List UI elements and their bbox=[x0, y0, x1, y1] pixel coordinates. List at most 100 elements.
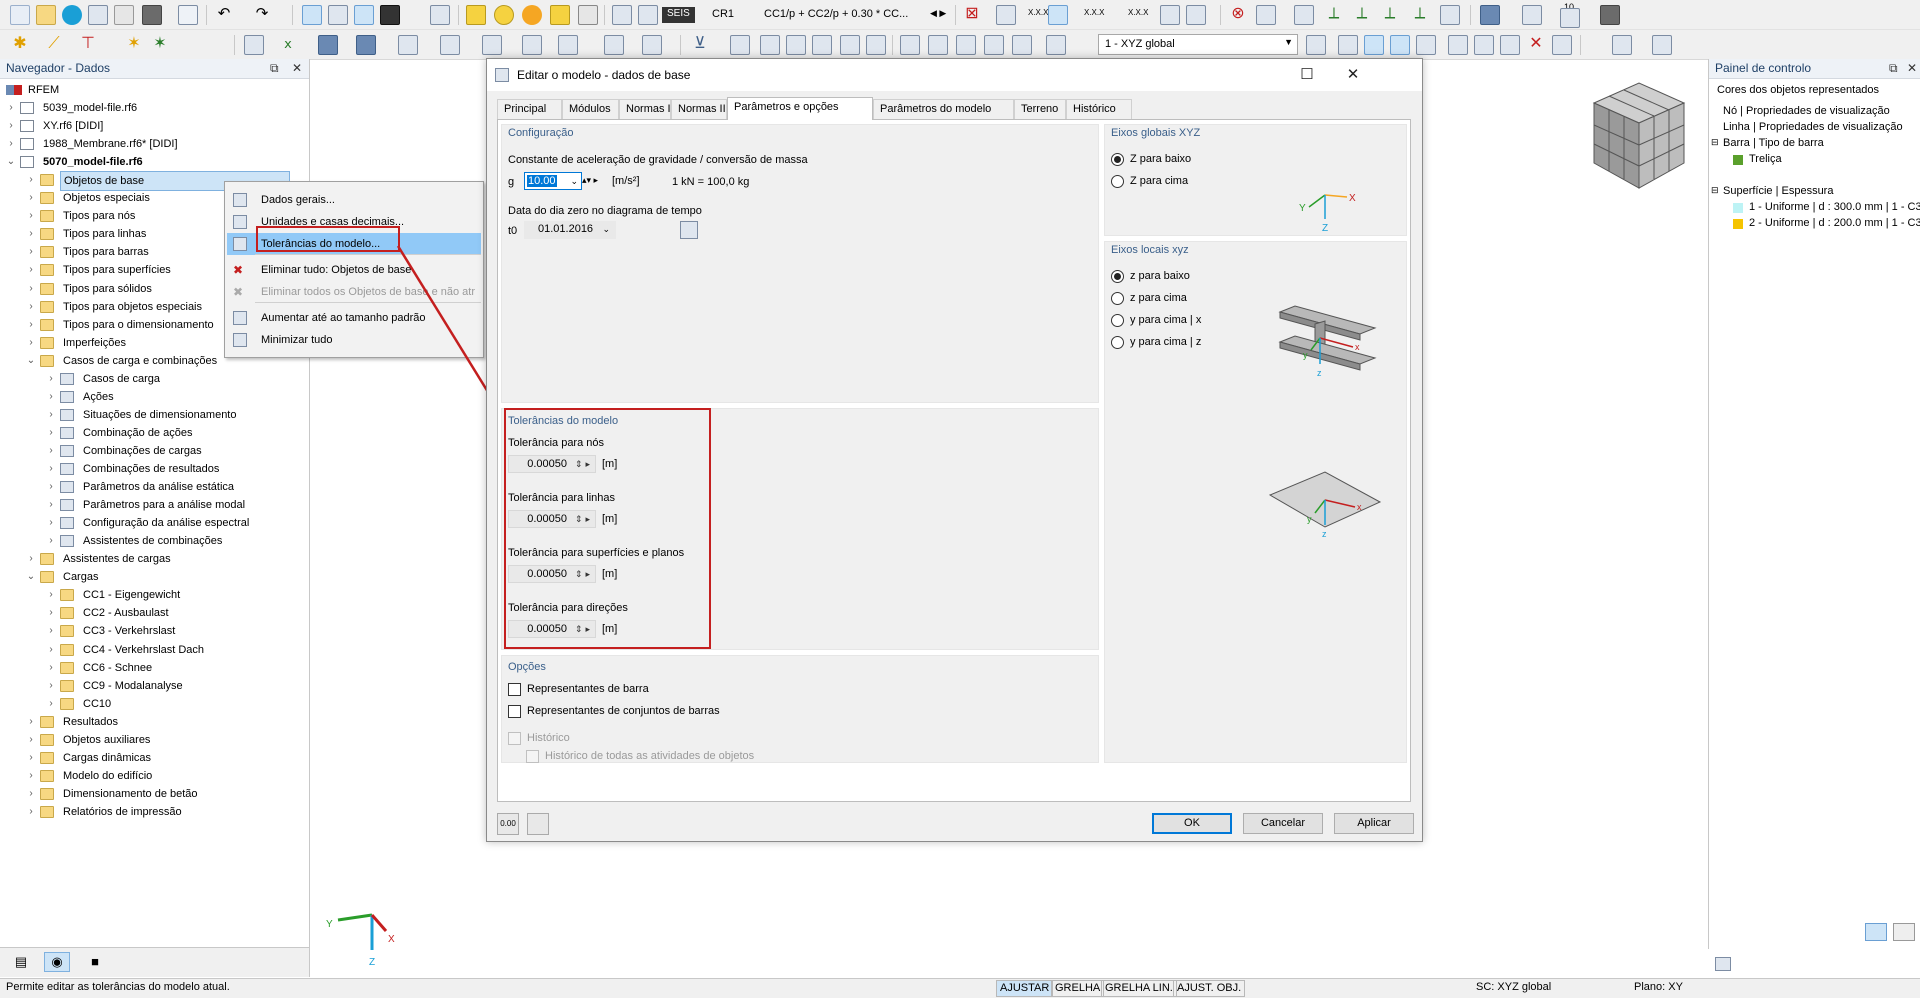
select-icon[interactable] bbox=[466, 5, 486, 25]
expand-toggle-icon[interactable]: › bbox=[46, 496, 56, 514]
local-y-up-x-radio[interactable] bbox=[1111, 314, 1124, 327]
new-surface-icon[interactable]: ✶ bbox=[124, 35, 144, 55]
load-member-icon[interactable] bbox=[356, 35, 376, 55]
target-icon[interactable] bbox=[522, 5, 542, 25]
expand-toggle-icon[interactable]: › bbox=[26, 171, 36, 189]
tree-folder-item[interactable]: › CC9 - Modalanalyse bbox=[46, 677, 300, 695]
close-icon[interactable]: ✕ bbox=[292, 61, 302, 75]
legend-row-label[interactable]: Linha | Propriedades de visualização bbox=[1723, 121, 1903, 133]
snap-grid-icon[interactable] bbox=[1012, 35, 1032, 55]
coord-system-icon[interactable] bbox=[1306, 35, 1326, 55]
results-icon[interactable] bbox=[638, 5, 658, 25]
tree-folder-item[interactable]: › CC6 - Schnee bbox=[46, 659, 300, 677]
axes-local-icon[interactable]: ⟂ bbox=[1410, 5, 1430, 25]
tab-1[interactable]: Módulos bbox=[562, 99, 619, 119]
maximize-icon[interactable]: ☐ bbox=[1284, 59, 1330, 91]
lighting-icon[interactable] bbox=[1522, 5, 1542, 25]
comment-icon[interactable] bbox=[550, 5, 570, 25]
tree-file-item[interactable]: ⌄ 5070_model-file.rf6 bbox=[6, 153, 300, 171]
report-icon[interactable] bbox=[178, 5, 198, 25]
undo-icon[interactable]: ↶ bbox=[214, 5, 234, 25]
calendar-icon[interactable] bbox=[680, 221, 698, 239]
object-snap-icon[interactable] bbox=[1390, 35, 1410, 55]
close-icon[interactable]: ✕ bbox=[1907, 61, 1917, 75]
legend-settings-icon[interactable] bbox=[1865, 923, 1887, 941]
expand-toggle-icon[interactable]: › bbox=[46, 604, 56, 622]
member-reps-checkbox[interactable] bbox=[508, 683, 521, 696]
axes-z-icon[interactable]: ⟂ bbox=[1380, 5, 1400, 25]
camera-icon[interactable] bbox=[1552, 35, 1572, 55]
expand-toggle-icon[interactable]: › bbox=[46, 460, 56, 478]
tree-file-item[interactable]: › 5039_model-file.rf6 bbox=[6, 99, 300, 117]
legend-row-label[interactable]: Treliça bbox=[1749, 153, 1782, 165]
local-y-up-z-radio[interactable] bbox=[1111, 336, 1124, 349]
document-icon[interactable] bbox=[430, 5, 450, 25]
tree-node-item[interactable]: › Casos de carga bbox=[46, 370, 300, 388]
legend-row-label[interactable]: Barra | Tipo de barra bbox=[1723, 137, 1824, 149]
expand-toggle-icon[interactable]: ⌄ bbox=[26, 568, 36, 586]
tab-0[interactable]: Principal bbox=[497, 99, 562, 119]
local-z-down-radio[interactable] bbox=[1111, 270, 1124, 283]
xxx-label-3[interactable]: X.X.X bbox=[1128, 8, 1148, 17]
legend-row-label[interactable]: 2 - Uniforme | d : 200.0 mm | 1 - C3 bbox=[1749, 217, 1920, 229]
chevron-down-icon[interactable]: ⌄ bbox=[570, 173, 578, 189]
gravity-stepper[interactable]: ▴▾ ▸ bbox=[582, 175, 598, 186]
expand-toggle-icon[interactable]: › bbox=[26, 316, 36, 334]
date-input[interactable]: 01.01.2016 ⌄ bbox=[524, 221, 616, 239]
calculate-icon[interactable] bbox=[612, 5, 632, 25]
table-icon[interactable] bbox=[328, 5, 348, 25]
expand-toggle-icon[interactable]: › bbox=[46, 586, 56, 604]
expand-toggle-icon[interactable]: › bbox=[46, 532, 56, 550]
move-icon[interactable] bbox=[604, 35, 624, 55]
expand-toggle-icon[interactable]: › bbox=[46, 388, 56, 406]
tab-3[interactable]: Normas II bbox=[671, 99, 727, 119]
view-angle-icon[interactable] bbox=[1046, 35, 1066, 55]
legend-export-icon[interactable] bbox=[1893, 923, 1915, 941]
collapse-toggle-icon[interactable]: ⊟ bbox=[1711, 137, 1719, 148]
tree-folder-item[interactable]: › CC1 - Eigengewicht bbox=[46, 586, 300, 604]
decimals-icon[interactable]: 0.00 bbox=[497, 813, 519, 835]
new-node-icon[interactable]: ✱ bbox=[10, 35, 30, 55]
link-icon[interactable] bbox=[1448, 35, 1468, 55]
expand-toggle-icon[interactable]: › bbox=[26, 550, 36, 568]
pin-icon[interactable]: ⊻ bbox=[690, 35, 710, 55]
load-free-icon[interactable] bbox=[440, 35, 460, 55]
new-line-icon[interactable]: ⟋ bbox=[44, 35, 64, 55]
expand-toggle-icon[interactable]: › bbox=[6, 117, 16, 135]
pin-icon[interactable]: ⧉ bbox=[1889, 61, 1898, 76]
workplane-icon[interactable] bbox=[984, 35, 1004, 55]
tree-node-item[interactable]: › Ações bbox=[46, 388, 300, 406]
scale-icon[interactable] bbox=[1186, 5, 1206, 25]
tree-node-item[interactable]: › Combinações de resultados bbox=[46, 460, 300, 478]
status-toggle-3[interactable]: AJUST. OBJ. bbox=[1173, 980, 1246, 997]
history-checkbox[interactable] bbox=[508, 732, 521, 745]
tab-4[interactable]: Parâmetros e opções bbox=[727, 97, 873, 120]
expand-toggle-icon[interactable]: › bbox=[46, 622, 56, 640]
support-add-icon[interactable] bbox=[244, 35, 264, 55]
close-icon[interactable]: ✕ bbox=[1330, 59, 1376, 91]
tree-folder-item[interactable]: › CC10 bbox=[46, 695, 300, 713]
tree-node-item[interactable]: › Combinação de ações bbox=[46, 424, 300, 442]
wizard-icon[interactable] bbox=[522, 35, 542, 55]
tree-folder-item[interactable]: › Dimensionamento de betão bbox=[26, 785, 300, 803]
gravity-input[interactable]: 10.00 ⌄ bbox=[524, 172, 582, 190]
save-icon[interactable] bbox=[88, 5, 108, 25]
link3-icon[interactable] bbox=[1500, 35, 1520, 55]
tab-2[interactable]: Normas I bbox=[619, 99, 671, 119]
data-tab-icon[interactable]: ▤ bbox=[8, 952, 34, 972]
clear-icon[interactable]: ✕ bbox=[1526, 35, 1546, 55]
arc-icon[interactable] bbox=[760, 35, 780, 55]
expand-toggle-icon[interactable]: › bbox=[26, 225, 36, 243]
print-icon[interactable] bbox=[142, 5, 162, 25]
tree-folder-item[interactable]: › CC2 - Ausbaulast bbox=[46, 604, 300, 622]
imperfection-icon[interactable] bbox=[482, 35, 502, 55]
deformation-icon[interactable] bbox=[996, 5, 1016, 25]
load-surface-icon[interactable] bbox=[398, 35, 418, 55]
axes-icon[interactable]: ⟂ bbox=[1324, 5, 1344, 25]
cancel-button[interactable]: Cancelar bbox=[1243, 813, 1323, 834]
combination-selector[interactable]: CC1/p + CC2/p + 0.30 * CC... bbox=[764, 8, 928, 20]
load-add-icon[interactable] bbox=[318, 35, 338, 55]
panel-icon[interactable] bbox=[354, 5, 374, 25]
expand-toggle-icon[interactable]: › bbox=[46, 514, 56, 532]
support-icon[interactable] bbox=[1440, 5, 1460, 25]
